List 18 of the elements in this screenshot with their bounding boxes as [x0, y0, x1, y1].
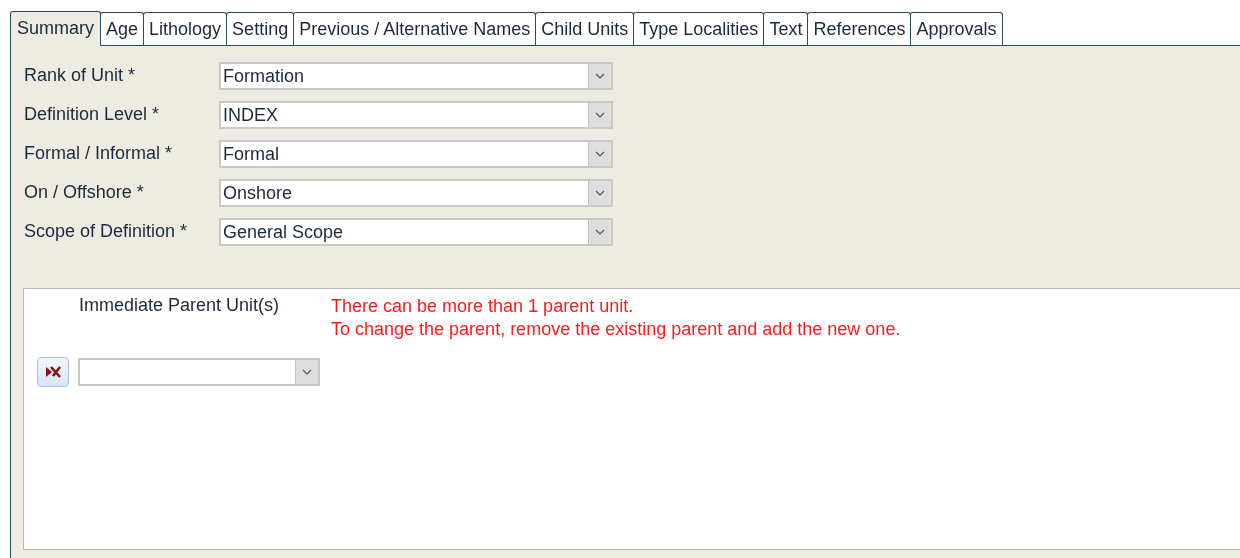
- field-label: Rank of Unit *: [24, 65, 137, 86]
- section-label: Immediate Parent Unit(s): [79, 295, 281, 317]
- hint-text: There can be more than 1 parent unit.: [331, 295, 635, 318]
- field-label: On / Offshore *: [24, 182, 145, 203]
- dropdown[interactable]: General Scope: [219, 217, 613, 246]
- dropdown[interactable]: [78, 358, 320, 386]
- field-label: Scope of Definition *: [24, 221, 189, 242]
- dropdown[interactable]: INDEX: [219, 100, 613, 129]
- dropdown[interactable]: Formal: [219, 139, 613, 168]
- field-label: Formal / Informal *: [24, 143, 174, 164]
- remove-icon: [44, 364, 62, 380]
- tab[interactable]: Summary: [10, 11, 101, 46]
- remove-button[interactable]: [37, 357, 69, 387]
- hint-text: To change the parent, remove the existing parent and add the new one.: [331, 318, 901, 341]
- dropdown[interactable]: Onshore: [219, 178, 613, 207]
- dropdown[interactable]: Formation: [219, 61, 613, 90]
- tab[interactable]: Approvals: [910, 12, 1003, 45]
- field-label: Definition Level *: [24, 104, 161, 125]
